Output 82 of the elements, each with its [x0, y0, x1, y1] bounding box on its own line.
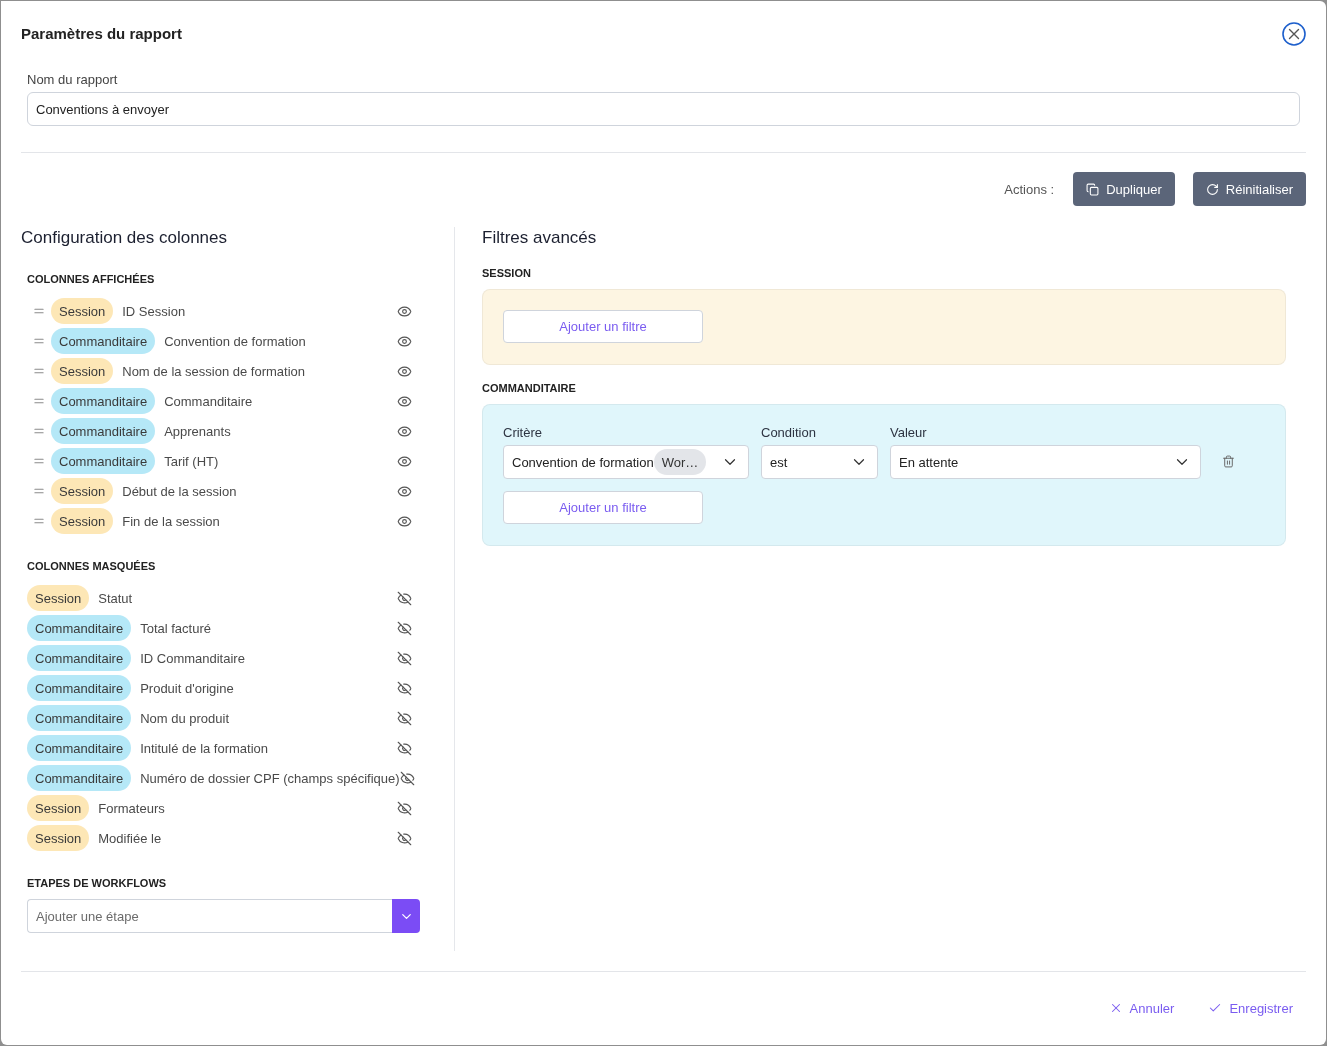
dialog-title: Paramètres du rapport [21, 24, 182, 44]
save-button[interactable]: Enregistrer [1195, 991, 1306, 1025]
column-name: Fin de la session [122, 513, 220, 529]
close-icon [1282, 22, 1306, 46]
value-chip: Wor… [653, 449, 707, 475]
filter-label: Valeur [890, 425, 927, 441]
filter-label: Critère [503, 425, 542, 441]
eye-off-icon[interactable] [397, 800, 412, 816]
category-tag: Commanditaire [51, 448, 156, 474]
group-heading: SESSION [482, 266, 531, 280]
eye-icon[interactable] [397, 453, 412, 469]
eye-off-icon[interactable] [397, 650, 412, 666]
copy-icon [1086, 182, 1100, 196]
section-heading: COLONNES MASQUÉES [27, 559, 156, 573]
section-heading: COLONNES AFFICHÉES [27, 272, 155, 286]
filter-select[interactable]: En attente [890, 445, 1201, 479]
column-name: Convention de formation [164, 333, 306, 349]
duplicate-button[interactable]: Dupliquer [1073, 172, 1175, 206]
column-name: Nom de la session de formation [122, 363, 306, 379]
field-label: Nom du rapport [27, 72, 118, 88]
category-tag: Commanditaire [27, 675, 132, 701]
eye-icon[interactable] [397, 483, 412, 499]
refresh-icon [1205, 182, 1219, 196]
cancel-button[interactable]: Annuler [1095, 991, 1188, 1025]
eye-off-icon[interactable] [399, 770, 415, 786]
column-name: Total facturé [140, 620, 211, 636]
section-title: Configuration des colonnes [21, 227, 228, 249]
category-tag: Commanditaire [27, 735, 132, 761]
eye-off-icon[interactable] [397, 590, 412, 606]
section-heading: ETAPES DE WORKFLOWS [27, 876, 167, 890]
eye-icon[interactable] [397, 513, 412, 529]
eye-off-icon[interactable] [397, 680, 412, 696]
column-name: Formateurs [98, 800, 165, 816]
category-tag: Session [27, 825, 90, 851]
category-tag: Commanditaire [51, 328, 156, 354]
category-tag: Commanditaire [27, 765, 132, 791]
column-name: Intitulé de la formation [140, 740, 269, 756]
filter-label: Condition [761, 425, 816, 441]
eye-icon[interactable] [397, 303, 412, 319]
eye-off-icon[interactable] [397, 620, 412, 636]
workflow-step-input[interactable]: Ajouter une étape [27, 899, 392, 933]
column-name: ID Commanditaire [140, 650, 245, 666]
actions-label: Actions : [1004, 181, 1055, 197]
report-name-input[interactable]: Conventions à envoyer [27, 92, 1300, 126]
category-tag: Session [51, 478, 114, 504]
column-name: Nom du produit [140, 710, 230, 726]
column-name: Tarif (HT) [164, 453, 219, 469]
column-name: Statut [98, 590, 133, 606]
eye-off-icon[interactable] [397, 710, 412, 726]
category-tag: Session [51, 298, 114, 324]
eye-icon[interactable] [397, 333, 412, 349]
eye-off-icon[interactable] [397, 740, 412, 756]
category-tag: Commanditaire [27, 705, 132, 731]
add-filter-button[interactable]: Ajouter un filtre [503, 491, 703, 524]
category-tag: Session [27, 795, 90, 821]
reset-button[interactable]: Réinitialiser [1192, 172, 1306, 206]
section-title: Filtres avancés [482, 227, 597, 249]
filter-select[interactable]: est [761, 445, 878, 479]
eye-off-icon[interactable] [397, 830, 412, 846]
column-name: Apprenants [164, 423, 231, 439]
eye-icon[interactable] [397, 363, 412, 379]
category-tag: Commanditaire [51, 418, 156, 444]
category-tag: Commanditaire [51, 388, 156, 414]
trash-icon[interactable] [1222, 455, 1235, 468]
category-tag: Session [51, 508, 114, 534]
category-tag: Session [51, 358, 114, 384]
eye-icon[interactable] [397, 393, 412, 409]
category-tag: Commanditaire [27, 645, 132, 671]
category-tag: Commanditaire [27, 615, 132, 641]
column-name: Modifiée le [98, 830, 162, 846]
group-heading: COMMANDITAIRE [482, 381, 576, 395]
check-icon [1208, 1001, 1223, 1015]
filter-select[interactable]: Convention de formation Wor… [503, 445, 749, 479]
close-button[interactable] [1282, 22, 1306, 46]
add-filter-button[interactable]: Ajouter un filtre [503, 310, 703, 343]
column-name: Produit d'origine [140, 680, 234, 696]
category-tag: Session [27, 585, 90, 611]
column-name: Début de la session [122, 483, 237, 499]
eye-icon[interactable] [397, 423, 412, 439]
column-name: Commanditaire [164, 393, 253, 409]
column-name: ID Session [122, 303, 186, 319]
column-name: Numéro de dossier CPF (champs spécifique) [140, 770, 400, 786]
